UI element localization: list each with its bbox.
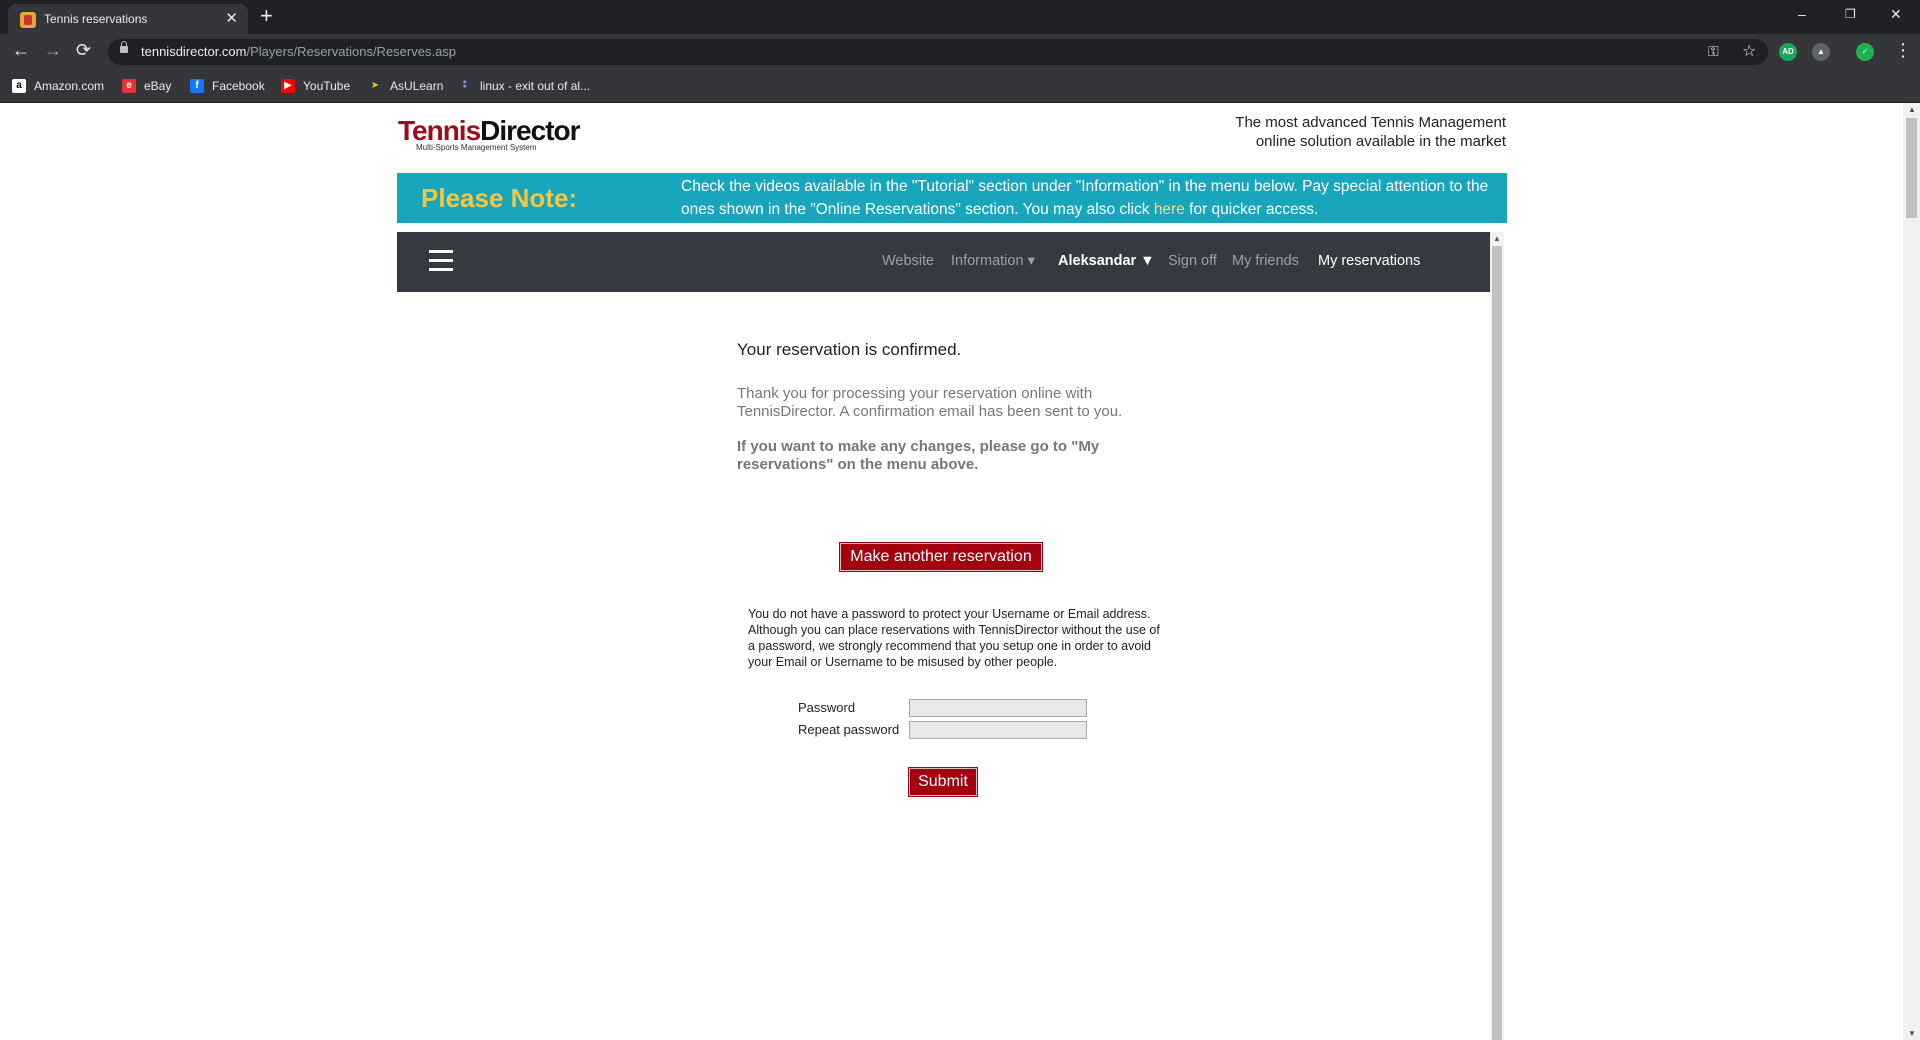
thank-you-text: Thank you for processing your reservatio…	[737, 385, 1123, 420]
password-input[interactable]	[909, 699, 1087, 717]
window-close-icon[interactable]: ✕	[1890, 6, 1902, 23]
submit-button[interactable]: Submit	[908, 767, 978, 797]
key-icon[interactable]: ⚿	[1708, 43, 1719, 60]
bookmark-linux[interactable]: ⁑ linux - exit out of al...	[458, 77, 590, 95]
ebay-icon: e	[122, 79, 136, 93]
site-tagline: The most advanced Tennis Management onli…	[1235, 114, 1506, 150]
scroll-up-icon[interactable]: ▲	[1493, 234, 1501, 243]
confirmation-panel: Your reservation is confirmed. Thank you…	[737, 340, 1187, 474]
make-another-reservation-button[interactable]: Make another reservation	[839, 542, 1043, 572]
nav-website[interactable]: Website	[882, 253, 934, 269]
youtube-icon: ▶	[281, 79, 295, 93]
nav-information[interactable]: Information ▾	[951, 253, 1035, 269]
linux-icon: ⁑	[458, 79, 472, 93]
frame-scroll-thumb[interactable]	[1492, 246, 1502, 1040]
page-viewport: TennisDirector Multi-Sports Management S…	[0, 103, 1920, 1040]
tab-title: Tennis reservations	[44, 12, 148, 26]
repeat-password-input[interactable]	[909, 721, 1087, 739]
back-icon[interactable]: ←	[12, 40, 30, 61]
repeat-password-label: Repeat password	[798, 722, 900, 737]
please-note-banner: Please Note: Check the videos available …	[397, 173, 1507, 223]
confirmation-title: Your reservation is confirmed.	[737, 340, 962, 359]
menu-icon[interactable]: ⋮	[1894, 40, 1912, 61]
bookmark-amazon[interactable]: a Amazon.com	[12, 77, 104, 95]
reload-icon[interactable]: ⟳	[76, 40, 91, 61]
adguard-icon[interactable]: AD	[1779, 43, 1797, 61]
browser-toolbar: ← → ⟳ tennisdirector.com/Players/Reserva…	[0, 34, 1920, 70]
frame-scrollbar[interactable]: ▲	[1490, 232, 1504, 1040]
star-icon[interactable]: ☆	[1742, 41, 1756, 61]
nav-user-menu[interactable]: Aleksandar ▼	[1058, 253, 1155, 269]
tennis-favicon-icon	[20, 12, 36, 28]
notice-here-link[interactable]: here	[1154, 201, 1185, 218]
restore-icon[interactable]: ❐	[1845, 7, 1856, 21]
changes-instructions: If you want to make any changes, please …	[737, 438, 1100, 473]
password-warning-text: You do not have a password to protect yo…	[748, 607, 1160, 669]
browser-tab[interactable]: Tennis reservations ✕	[8, 4, 248, 34]
new-tab-button[interactable]: +	[260, 3, 273, 29]
nav-sign-off[interactable]: Sign off	[1168, 253, 1217, 269]
tennisdirector-logo[interactable]: TennisDirector Multi-Sports Management S…	[398, 117, 581, 153]
asulearn-icon: ➤	[368, 79, 382, 93]
bookmarks-bar: a Amazon.com e eBay f Facebook ▶ YouTube ➤ As…	[0, 70, 1920, 103]
forward-icon[interactable]: →	[44, 40, 62, 61]
shield-icon[interactable]: ✓	[1856, 43, 1874, 61]
lock-icon[interactable]	[120, 41, 128, 53]
scroll-down-arrow-icon[interactable]: ▼	[1908, 1029, 1916, 1038]
scroll-up-arrow-icon[interactable]: ▲	[1908, 105, 1916, 114]
page-scroll-thumb[interactable]	[1906, 118, 1917, 218]
minimize-icon[interactable]: –	[1798, 6, 1806, 22]
facebook-icon: f	[190, 79, 204, 93]
hamburger-menu-icon[interactable]	[429, 250, 453, 277]
notice-text: Check the videos available in the "Tutor…	[681, 178, 1489, 218]
bookmark-ebay[interactable]: e eBay	[122, 77, 171, 95]
bookmark-facebook[interactable]: f Facebook	[190, 77, 265, 95]
nav-my-friends[interactable]: My friends	[1232, 253, 1299, 269]
close-tab-icon[interactable]: ✕	[225, 9, 238, 27]
drive-icon[interactable]: ▲	[1812, 43, 1830, 61]
main-navbar: Website Information ▾ Aleksandar ▼ Sign …	[397, 232, 1490, 292]
bookmark-asulearn[interactable]: ➤ AsULearn	[368, 77, 443, 95]
nav-my-reservations[interactable]: My reservations	[1318, 253, 1420, 269]
password-label: Password	[798, 700, 856, 715]
notice-title: Please Note:	[421, 183, 578, 213]
url-text[interactable]: tennisdirector.com/Players/Reservations/…	[141, 44, 456, 59]
amazon-icon: a	[12, 79, 26, 93]
tab-strip: Tennis reservations ✕ + – ❐ ✕	[0, 0, 1920, 34]
page-scrollbar[interactable]: ▲ ▼	[1903, 103, 1920, 1040]
bookmark-youtube[interactable]: ▶ YouTube	[281, 77, 350, 95]
address-bar[interactable]: tennisdirector.com/Players/Reservations/…	[108, 39, 1768, 65]
